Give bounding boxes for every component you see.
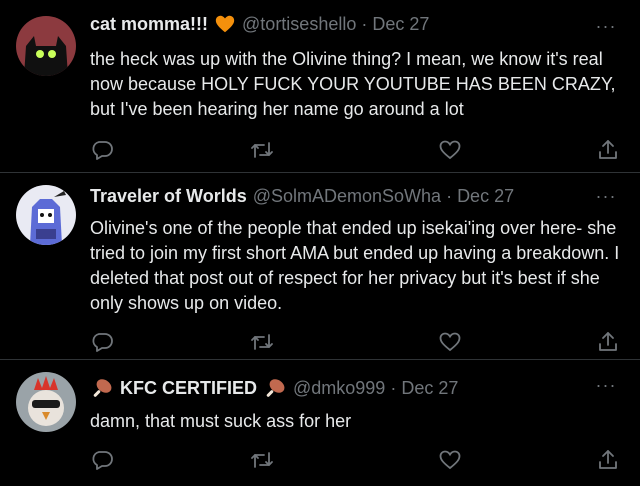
author-name[interactable]: KFC CERTIFIED <box>120 378 257 399</box>
tweet-text: the heck was up with the Olivine thing? … <box>90 49 616 119</box>
separator-dot: · <box>361 13 368 34</box>
share-icon[interactable] <box>596 330 620 354</box>
poultry-leg-icon <box>263 376 287 400</box>
retweet-icon[interactable] <box>250 448 274 472</box>
separator-dot: · <box>446 185 453 206</box>
heart-icon[interactable] <box>438 448 462 472</box>
tweet-actions <box>90 330 620 354</box>
poultry-leg-icon <box>90 376 114 400</box>
separator-dot: · <box>390 377 397 398</box>
tweet-actions <box>90 138 620 162</box>
author-handle[interactable]: @SolmADemonSoWha <box>253 186 441 207</box>
reply-icon[interactable] <box>90 330 114 354</box>
heart-icon[interactable] <box>438 330 462 354</box>
tweet-actions <box>90 448 620 472</box>
more-options-icon[interactable]: ··· <box>594 187 618 208</box>
author-handle[interactable]: @dmko999 <box>293 378 385 399</box>
retweet-icon[interactable] <box>250 138 274 162</box>
tweet-2[interactable]: Traveler of Worlds @SolmADemonSoWha · De… <box>0 173 640 360</box>
avatar[interactable] <box>16 372 76 432</box>
tweet-date[interactable]: Dec 27 <box>401 378 458 399</box>
author-name[interactable]: Traveler of Worlds <box>90 186 247 207</box>
tweet-3[interactable]: KFC CERTIFIED @dmko999 · Dec 27 ··· damn… <box>0 360 640 486</box>
avatar[interactable] <box>16 16 76 76</box>
reply-icon[interactable] <box>90 448 114 472</box>
tweet-text: damn, that must suck ass for her <box>90 411 352 431</box>
reply-icon[interactable] <box>90 138 114 162</box>
author-handle[interactable]: @tortiseshello <box>242 14 356 35</box>
author-name[interactable]: cat momma!!! <box>90 14 208 35</box>
tweet-text: Olivine's one of the people that ended u… <box>90 218 620 313</box>
orange-heart-icon <box>214 13 236 35</box>
more-options-icon[interactable]: ··· <box>594 376 618 397</box>
share-icon[interactable] <box>596 448 620 472</box>
tweet-1[interactable]: cat momma!!! @tortiseshello · Dec 27 ···… <box>0 0 640 173</box>
tweet-date[interactable]: Dec 27 <box>372 14 429 35</box>
tweet-date[interactable]: Dec 27 <box>457 186 514 207</box>
share-icon[interactable] <box>596 138 620 162</box>
heart-icon[interactable] <box>438 138 462 162</box>
more-options-icon[interactable]: ··· <box>594 17 618 38</box>
retweet-icon[interactable] <box>250 330 274 354</box>
avatar[interactable] <box>16 185 76 245</box>
